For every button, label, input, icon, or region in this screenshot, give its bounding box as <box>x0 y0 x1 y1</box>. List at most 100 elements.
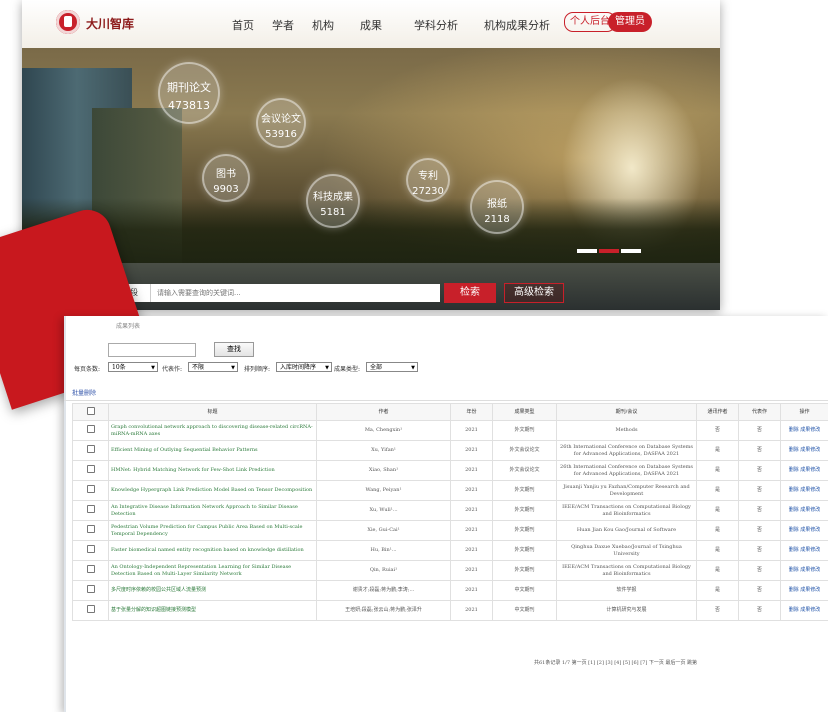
year-cell: 2021 <box>450 580 493 601</box>
nav-home[interactable]: 首页 <box>232 17 254 33</box>
column-header: 成果类型 <box>492 403 557 421</box>
nav-discipline-analysis[interactable]: 学科分析 <box>414 17 458 33</box>
table-row: 基于张量分解的知识超图链接预测模型 王培妍;段磊;张云山;蒋为鹏;张泽升 202… <box>72 600 828 621</box>
header-checkbox-cell <box>72 403 109 421</box>
sort-label: 排列顺序: <box>244 366 271 373</box>
page-size-label: 每页条数: <box>74 366 101 373</box>
carousel-dot[interactable] <box>577 249 597 253</box>
edit-link[interactable]: 成果修改 <box>800 567 820 573</box>
nav-scholars[interactable]: 学者 <box>272 17 294 33</box>
row-checkbox[interactable] <box>86 445 95 453</box>
row-checkbox[interactable] <box>86 545 95 553</box>
delete-link[interactable]: 删除 <box>789 467 799 473</box>
nav-achievements[interactable]: 成果 <box>360 17 382 33</box>
author-cell: Ma, Chengxin¹ <box>316 420 451 441</box>
pagination[interactable]: 共61条记录 1/7 第一页 [1] [2] [3] [4] [5] [6] [… <box>534 659 697 666</box>
rep-label: 代表作: <box>162 366 183 373</box>
column-header: 通讯作者 <box>696 403 739 421</box>
venue-cell: IEEE/ACM Transactions on Computational B… <box>556 500 697 521</box>
edit-link[interactable]: 成果修改 <box>800 527 820 533</box>
stat-books[interactable]: 图书 9903 <box>204 156 248 200</box>
title-link[interactable]: An Ontology-Independent Representation L… <box>108 560 317 581</box>
edit-link[interactable]: 成果修改 <box>800 507 820 513</box>
title-link[interactable]: HMNet: Hybrid Matching Network for Few-S… <box>108 460 317 481</box>
advanced-search-button[interactable]: 高级检索 <box>504 283 564 303</box>
title-link[interactable]: 多尺度时序依赖的校园公共区域人流量预测 <box>108 580 317 601</box>
author-cell: Hu, Bin¹... <box>316 540 451 561</box>
page-size-select[interactable]: 10条 <box>108 362 158 373</box>
delete-link[interactable]: 删除 <box>789 607 799 613</box>
carousel-dot-active[interactable] <box>599 249 619 253</box>
title-link[interactable]: Knowledge Hypergraph Link Prediction Mod… <box>108 480 317 501</box>
delete-link[interactable]: 删除 <box>789 447 799 453</box>
row-checkbox-cell <box>72 440 109 461</box>
left-border <box>64 316 66 712</box>
delete-link[interactable]: 删除 <box>789 427 799 433</box>
stat-label: 图书 <box>216 169 236 180</box>
bulk-delete-link[interactable]: 批量删除 <box>72 388 96 397</box>
nav-institution-analysis[interactable]: 机构成果分析 <box>484 17 550 33</box>
edit-link[interactable]: 成果修改 <box>800 447 820 453</box>
row-checkbox[interactable] <box>86 505 95 513</box>
admin-button[interactable]: 管理员 <box>608 12 652 32</box>
select-all-checkbox[interactable] <box>86 406 95 415</box>
stat-journal-papers[interactable]: 期刊论文 473813 <box>160 64 218 122</box>
title-link[interactable]: Efficient Mining of Outlying Sequential … <box>108 440 317 461</box>
row-checkbox-cell <box>72 460 109 481</box>
row-checkbox[interactable] <box>86 605 95 613</box>
delete-link[interactable]: 删除 <box>789 527 799 533</box>
nav-institutions[interactable]: 机构 <box>312 17 334 33</box>
title-link[interactable]: Graph convolutional network approach to … <box>108 420 317 441</box>
table-row: Faster biomedical named entity recogniti… <box>72 540 828 561</box>
representative-cell: 否 <box>738 500 781 521</box>
search-button[interactable]: 检索 <box>444 283 496 303</box>
venue-cell: IEEE/ACM Transactions on Computational B… <box>556 560 697 581</box>
stat-value: 473813 <box>168 99 210 112</box>
search-input[interactable] <box>150 284 440 302</box>
venue-cell: 26th International Conference on Databas… <box>556 440 697 461</box>
list-tab[interactable]: 成果列表 <box>116 321 140 330</box>
column-header: 年份 <box>450 403 493 421</box>
row-checkbox[interactable] <box>86 585 95 593</box>
row-checkbox[interactable] <box>86 525 95 533</box>
stat-label: 科技成果 <box>313 192 353 203</box>
delete-link[interactable]: 删除 <box>789 487 799 493</box>
sort-select[interactable]: 入库时间降序 <box>276 362 332 373</box>
title-link[interactable]: Pedestrian Volume Prediction for Campus … <box>108 520 317 541</box>
delete-link[interactable]: 删除 <box>789 567 799 573</box>
stat-newspapers[interactable]: 报纸 2118 <box>472 182 522 232</box>
carousel-dot[interactable] <box>621 249 641 253</box>
representative-cell: 否 <box>738 440 781 461</box>
row-checkbox-cell <box>72 560 109 581</box>
stat-label: 期刊论文 <box>167 81 211 94</box>
venue-cell: 软件学报 <box>556 580 697 601</box>
list-search-input[interactable] <box>108 343 196 357</box>
delete-link[interactable]: 删除 <box>789 507 799 513</box>
row-checkbox[interactable] <box>86 465 95 473</box>
year-cell: 2021 <box>450 480 493 501</box>
find-button[interactable]: 查找 <box>214 342 254 357</box>
edit-link[interactable]: 成果修改 <box>800 587 820 593</box>
achievement-table: 标题 作者 年份 成果类型 期刊/会议 通讯作者 代表作 操作 Graph co… <box>72 403 828 621</box>
edit-link[interactable]: 成果修改 <box>800 487 820 493</box>
type-select[interactable]: 全部 <box>366 362 418 373</box>
edit-link[interactable]: 成果修改 <box>800 467 820 473</box>
stat-tech-achievements[interactable]: 科技成果 5181 <box>308 176 358 226</box>
edit-link[interactable]: 成果修改 <box>800 427 820 433</box>
row-checkbox[interactable] <box>86 565 95 573</box>
stat-conference-papers[interactable]: 会议论文 53916 <box>258 100 304 146</box>
row-checkbox[interactable] <box>86 425 95 433</box>
delete-link[interactable]: 删除 <box>789 547 799 553</box>
column-header: 操作 <box>780 403 828 421</box>
ops-cell: 删除 成果修改 <box>780 500 828 521</box>
stat-patents[interactable]: 专利 27230 <box>408 160 448 200</box>
delete-link[interactable]: 删除 <box>789 587 799 593</box>
row-checkbox[interactable] <box>86 485 95 493</box>
representative-cell: 否 <box>738 560 781 581</box>
title-link[interactable]: 基于张量分解的知识超图链接预测模型 <box>108 600 317 621</box>
title-link[interactable]: An Integrative Disease Information Netwo… <box>108 500 317 521</box>
edit-link[interactable]: 成果修改 <box>800 607 820 613</box>
edit-link[interactable]: 成果修改 <box>800 547 820 553</box>
rep-select[interactable]: 不限 <box>188 362 238 373</box>
title-link[interactable]: Faster biomedical named entity recogniti… <box>108 540 317 561</box>
